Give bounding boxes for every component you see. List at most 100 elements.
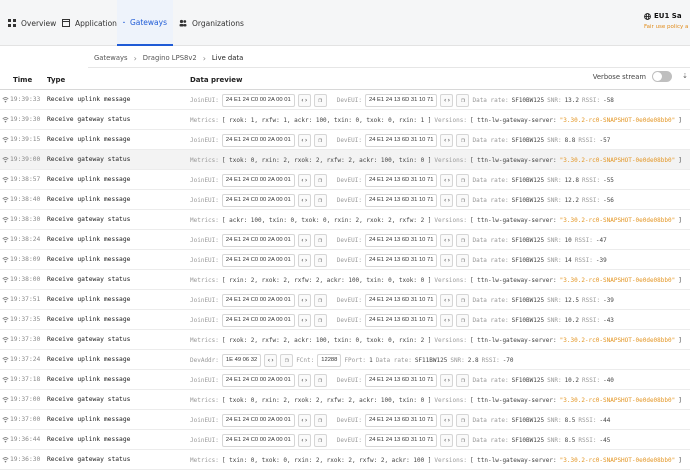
code-arrows-icon[interactable]: ‹› bbox=[297, 293, 311, 307]
versions-key: Versions: bbox=[434, 216, 467, 224]
copy-icon[interactable]: ❐ bbox=[456, 173, 470, 187]
snr-key: SNR: bbox=[547, 136, 562, 144]
row-data-preview: JoinEUI: 24 E1 24 C0 00 2A 00 01 ‹› ❐ DevEUI… bbox=[190, 430, 690, 450]
code-arrows-icon[interactable]: ‹› bbox=[440, 253, 454, 267]
table-row[interactable]: 19:37:35 Receive uplink message JoinEUI: 24… bbox=[0, 310, 690, 330]
copy-icon[interactable]: ❐ bbox=[280, 353, 294, 367]
copy-icon[interactable]: ❐ bbox=[313, 93, 327, 107]
copy-icon[interactable]: ❐ bbox=[456, 93, 470, 107]
table-row[interactable]: 19:38:09 Receive uplink message JoinEUI: 24… bbox=[0, 250, 690, 270]
row-type: Receive uplink message bbox=[47, 416, 131, 423]
code-arrows-icon[interactable]: ‹› bbox=[440, 173, 454, 187]
copy-icon[interactable]: ❐ bbox=[456, 253, 470, 267]
table-row[interactable]: 19:37:00 Receive gateway status Metrics:[ … bbox=[0, 390, 690, 410]
copy-icon[interactable]: ❐ bbox=[456, 133, 470, 147]
code-arrows-icon[interactable]: ‹› bbox=[297, 433, 311, 447]
metrics-key: Metrics: bbox=[190, 216, 219, 224]
verbose-stream-toggle[interactable] bbox=[652, 71, 672, 82]
code-arrows-icon[interactable]: ‹› bbox=[440, 433, 454, 447]
code-arrows-icon[interactable]: ‹› bbox=[297, 233, 311, 247]
data-rate-value: SF10BW125 bbox=[511, 136, 545, 144]
data-rate-value: SF10BW125 bbox=[511, 256, 545, 264]
copy-icon[interactable]: ❐ bbox=[313, 253, 327, 267]
table-row[interactable]: 19:37:24 Receive uplink message DevAddr: 1E… bbox=[0, 350, 690, 370]
code-arrows-icon[interactable]: ‹› bbox=[264, 353, 278, 367]
code-arrows-icon[interactable]: ‹› bbox=[440, 313, 454, 327]
breadcrumb-gateways[interactable]: Gateways bbox=[94, 54, 128, 62]
code-arrows-icon[interactable]: ‹› bbox=[297, 413, 311, 427]
code-arrows-icon[interactable]: ‹› bbox=[440, 133, 454, 147]
copy-icon[interactable]: ❐ bbox=[313, 173, 327, 187]
versions-key: Versions: bbox=[434, 156, 467, 164]
table-row[interactable]: 19:36:44 Receive uplink message JoinEUI: 24… bbox=[0, 430, 690, 450]
dev-eui-value: 24 E1 24 13 6D 31 10 71 bbox=[365, 93, 438, 107]
copy-icon[interactable]: ❐ bbox=[313, 293, 327, 307]
copy-icon[interactable]: ❐ bbox=[313, 433, 327, 447]
copy-icon[interactable]: ❐ bbox=[313, 313, 327, 327]
wifi-icon bbox=[2, 237, 9, 243]
rssi-key: RSSI: bbox=[574, 236, 593, 244]
table-row[interactable]: 19:36:30 Receive gateway status Metrics:[ … bbox=[0, 450, 690, 470]
dev-eui-key: DevEUI: bbox=[336, 296, 362, 304]
nav-overview[interactable]: Overview bbox=[2, 0, 62, 46]
breadcrumb-gateway[interactable]: Dragino LPS8v2 bbox=[143, 54, 197, 62]
nav-organizations[interactable]: Organizations bbox=[173, 0, 250, 46]
table-header: Time Type Data preview bbox=[0, 70, 690, 90]
table-row[interactable]: 19:38:57 Receive uplink message JoinEUI: 24… bbox=[0, 170, 690, 190]
copy-icon[interactable]: ❐ bbox=[313, 133, 327, 147]
copy-icon[interactable]: ❐ bbox=[456, 433, 470, 447]
code-arrows-icon[interactable]: ‹› bbox=[440, 413, 454, 427]
version-string: "3.30.2-rc0-SNAPSHOT-0e0de08bb0" bbox=[559, 276, 676, 284]
code-arrows-icon[interactable]: ‹› bbox=[297, 373, 311, 387]
table-row[interactable]: 19:38:30 Receive gateway status Metrics:[ … bbox=[0, 210, 690, 230]
dev-eui-value: 24 E1 24 13 6D 31 10 71 bbox=[365, 233, 438, 247]
code-arrows-icon[interactable]: ‹› bbox=[440, 373, 454, 387]
table-row[interactable]: 19:38:00 Receive gateway status Metrics:[ … bbox=[0, 270, 690, 290]
nav-gateways[interactable]: Gateways bbox=[117, 0, 173, 46]
table-row[interactable]: 19:37:30 Receive gateway status Metrics:[ … bbox=[0, 330, 690, 350]
code-arrows-icon[interactable]: ‹› bbox=[440, 93, 454, 107]
copy-icon[interactable]: ❐ bbox=[313, 233, 327, 247]
copy-icon[interactable]: ❐ bbox=[456, 373, 470, 387]
row-data-preview: Metrics:[ rxok: 2, rxfw: 2, ackr: 100, t… bbox=[190, 330, 690, 350]
copy-icon[interactable]: ❐ bbox=[456, 193, 470, 207]
wifi-icon bbox=[2, 97, 9, 103]
table-row[interactable]: 19:37:00 Receive uplink message JoinEUI: 24… bbox=[0, 410, 690, 430]
code-arrows-icon[interactable]: ‹› bbox=[297, 93, 311, 107]
copy-icon[interactable]: ❐ bbox=[456, 233, 470, 247]
table-row[interactable]: 19:39:00 Receive gateway status Metrics:[ … bbox=[0, 150, 690, 170]
code-arrows-icon[interactable]: ‹› bbox=[297, 173, 311, 187]
copy-icon[interactable]: ❐ bbox=[313, 373, 327, 387]
code-arrows-icon[interactable]: ‹› bbox=[440, 293, 454, 307]
version-string: "3.30.2-rc0-SNAPSHOT-0e0de08bb0" bbox=[559, 396, 676, 404]
table-row[interactable]: 19:39:33 Receive uplink message JoinEUI: 24… bbox=[0, 90, 690, 110]
snr-key: SNR: bbox=[547, 236, 562, 244]
rssi-key: RSSI: bbox=[582, 176, 601, 184]
table-row[interactable]: 19:38:40 Receive uplink message JoinEUI: 24… bbox=[0, 190, 690, 210]
code-arrows-icon[interactable]: ‹› bbox=[297, 313, 311, 327]
table-row[interactable]: 19:37:18 Receive uplink message JoinEUI: 24… bbox=[0, 370, 690, 390]
copy-icon[interactable]: ❐ bbox=[456, 313, 470, 327]
copy-icon[interactable]: ❐ bbox=[313, 413, 327, 427]
code-arrows-icon[interactable]: ‹› bbox=[297, 253, 311, 267]
table-row[interactable]: 19:39:30 Receive gateway status Metrics:[ … bbox=[0, 110, 690, 130]
metrics-value: [ rxin: 2, rxok: 2, rxfw: 2, ackr: 100, … bbox=[221, 276, 432, 284]
table-row[interactable]: 19:37:51 Receive uplink message JoinEUI: 24… bbox=[0, 290, 690, 310]
code-arrows-icon[interactable]: ‹› bbox=[297, 133, 311, 147]
table-row[interactable]: 19:38:24 Receive uplink message JoinEUI: 24… bbox=[0, 230, 690, 250]
cluster-selector[interactable]: EU1 Sa Fair use policy a bbox=[644, 12, 690, 30]
copy-icon[interactable]: ❐ bbox=[456, 413, 470, 427]
scroll-down-arrow-icon[interactable]: ⇣ bbox=[682, 72, 688, 80]
copy-icon[interactable]: ❐ bbox=[313, 193, 327, 207]
code-arrows-icon[interactable]: ‹› bbox=[440, 193, 454, 207]
copy-icon[interactable]: ❐ bbox=[456, 293, 470, 307]
rssi-key: RSSI: bbox=[582, 196, 601, 204]
row-time: 19:39:15 bbox=[10, 136, 41, 143]
table-row[interactable]: 19:39:15 Receive uplink message JoinEUI: 24… bbox=[0, 130, 690, 150]
versions-close: ] bbox=[678, 396, 682, 404]
rssi-value: -40 bbox=[603, 376, 614, 384]
col-type: Type bbox=[47, 76, 66, 84]
code-arrows-icon[interactable]: ‹› bbox=[440, 233, 454, 247]
fair-use-policy-link[interactable]: Fair use policy a bbox=[644, 24, 690, 30]
code-arrows-icon[interactable]: ‹› bbox=[297, 193, 311, 207]
